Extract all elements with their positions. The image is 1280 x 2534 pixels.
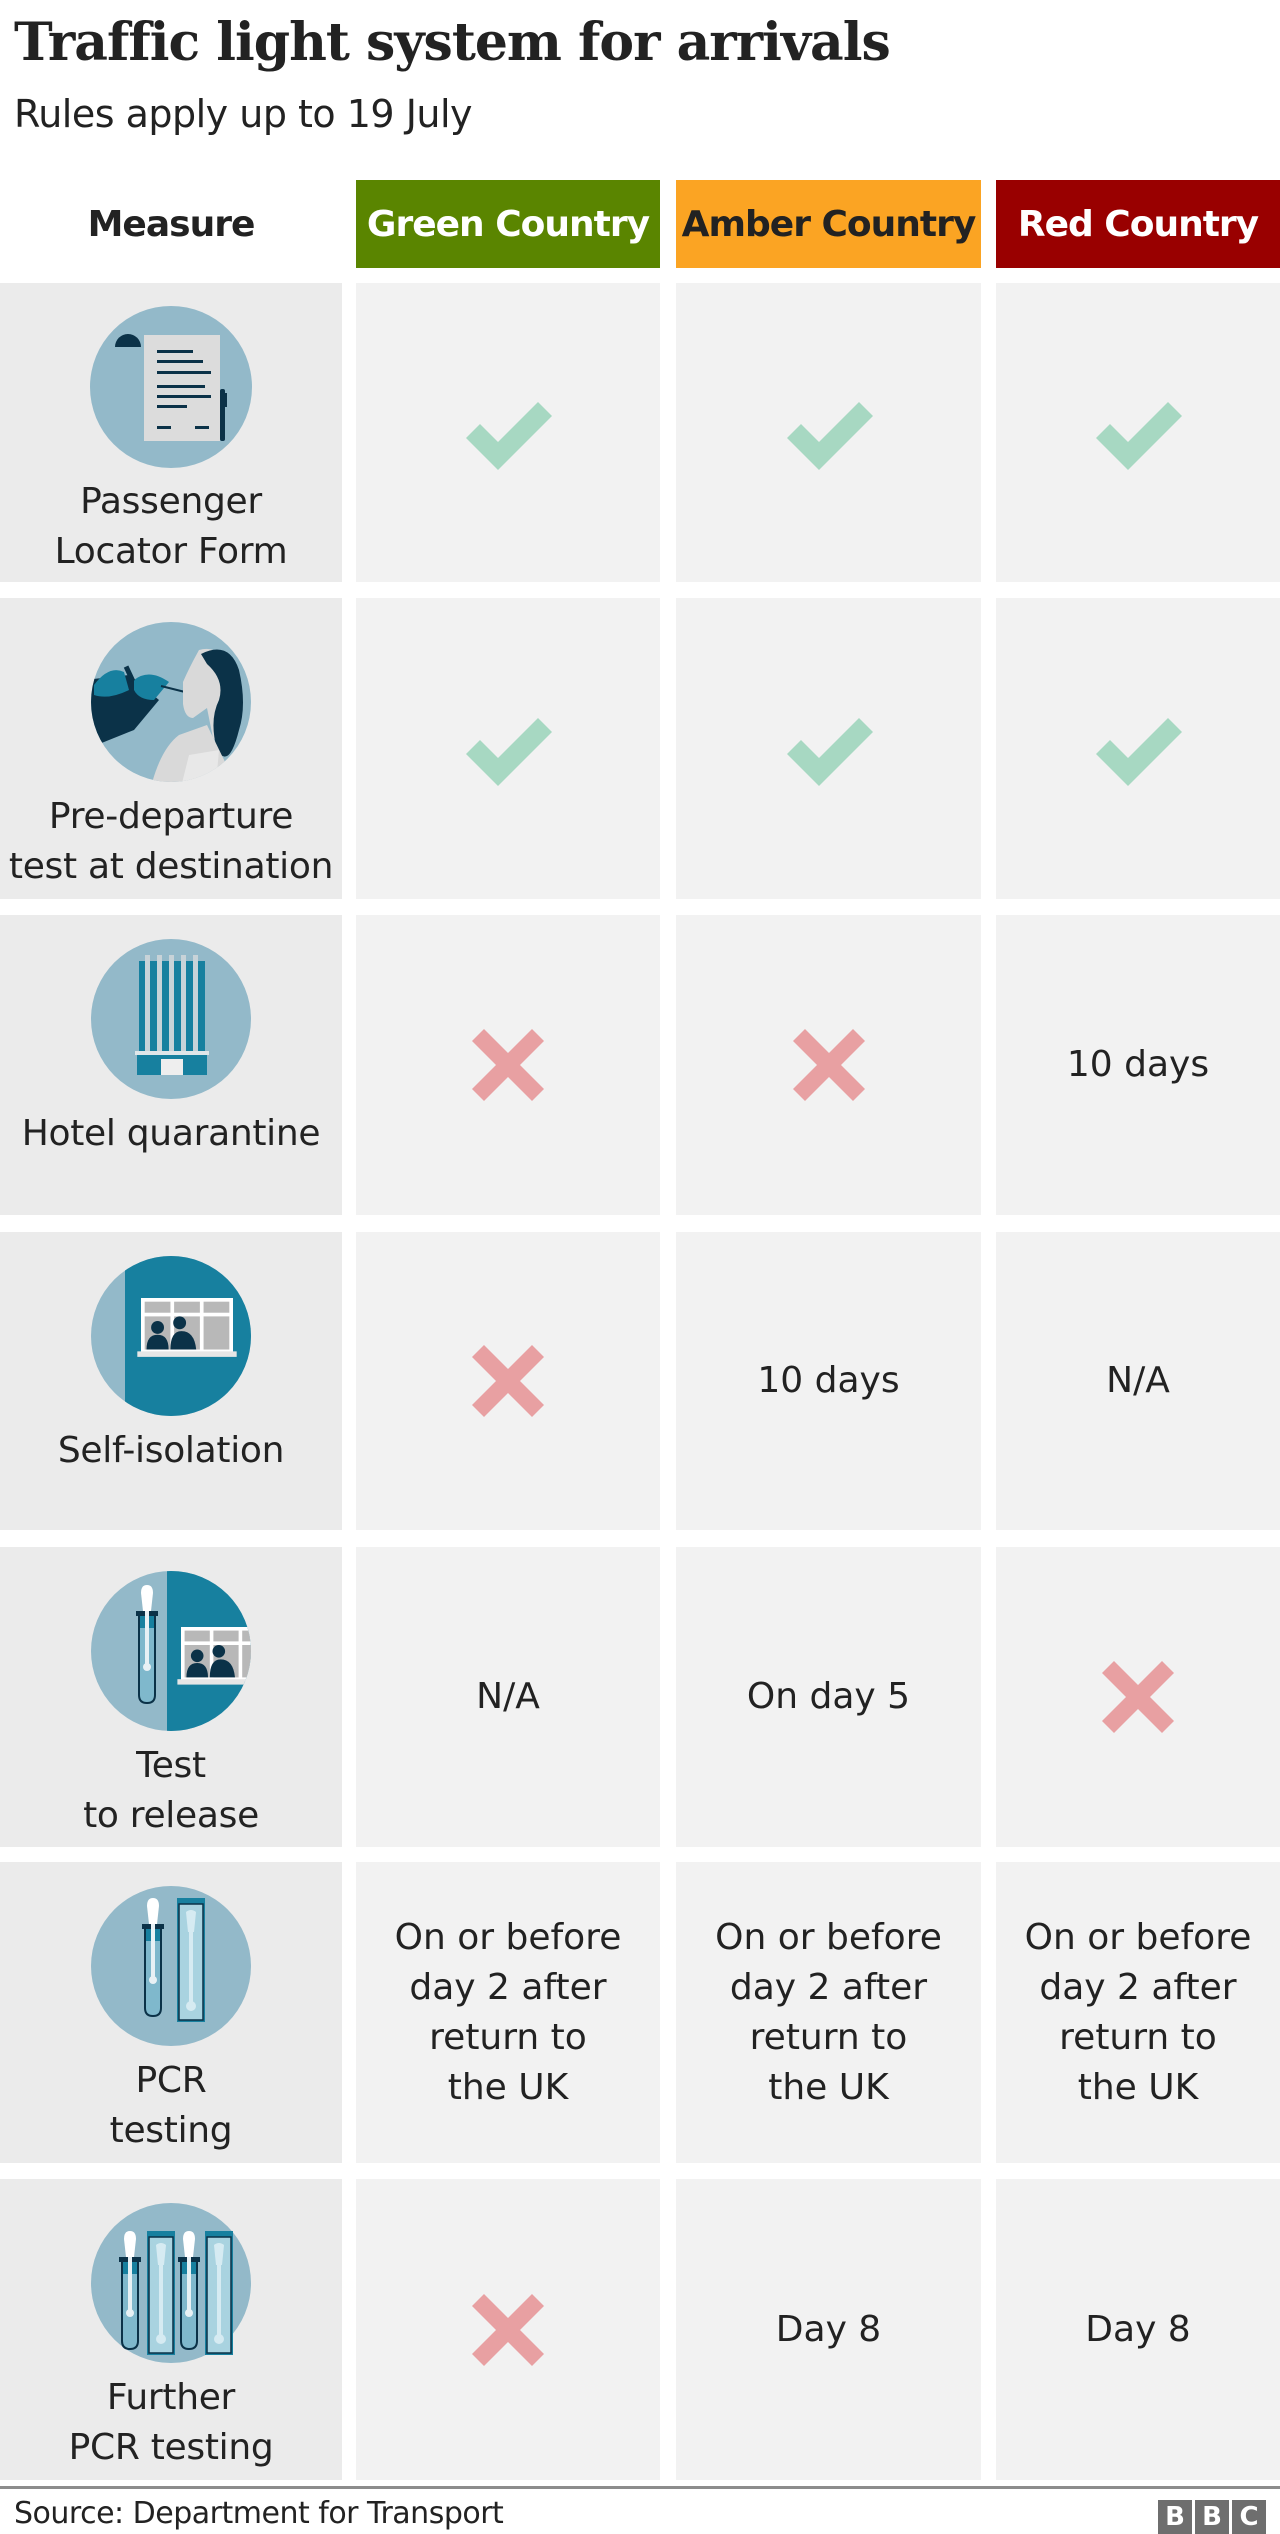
measure-label: Hotel quarantine: [21, 1113, 321, 1154]
double-pcr-kit-icon: [91, 2203, 251, 2363]
tick-icon: [786, 401, 873, 470]
chart-title: Traffic light system for arrivals: [14, 12, 891, 73]
cell-value: N/A: [1106, 1360, 1170, 1401]
measure-cell: Further PCR testing: [0, 2179, 342, 2480]
header-red-country: Red Country: [996, 180, 1280, 268]
tick-icon: [466, 717, 552, 786]
cell-value: On or before day 2 after return to the UK: [715, 1916, 942, 2108]
header-green-country: Green Country: [356, 180, 660, 268]
table-row: Test to release N/A On day 5: [0, 1547, 1280, 1847]
green-country-cell: On or before day 2 after return to the UK: [356, 1862, 660, 2163]
cross-icon: [1102, 1661, 1174, 1733]
cell-value: Day 8: [1085, 2308, 1191, 2350]
red-country-cell: Day 8: [996, 2179, 1280, 2480]
cell-value: On day 5: [746, 1676, 911, 1717]
table-row: PCR testing On or before day 2 after return …: [0, 1862, 1280, 2163]
measure-label: PCR testing: [109, 2060, 233, 2151]
cell-value: On or before day 2 after return to the UK: [394, 1916, 622, 2108]
amber-country-cell: Day 8: [676, 2179, 981, 2480]
logo-letter: B: [1158, 2500, 1192, 2534]
green-country-cell: [356, 2179, 660, 2480]
measure-cell: Test to release: [0, 1547, 342, 1847]
hotel-icon: [91, 939, 251, 1099]
tick-icon: [1096, 401, 1182, 470]
tick-icon: [786, 717, 873, 786]
bbc-logo: B B C: [1158, 2500, 1266, 2534]
header-measure: Measure: [87, 203, 256, 245]
table-row: Pre-departure test at destination: [0, 598, 1280, 899]
cross-icon: [472, 1029, 544, 1101]
window-people-icon: [91, 1256, 251, 1416]
document-icon: [90, 306, 252, 468]
measure-cell: Pre-departure test at destination: [0, 598, 342, 899]
cross-icon: [792, 1029, 865, 1101]
cross-icon: [472, 1345, 544, 1417]
chart-subtitle: Rules apply up to 19 July: [14, 92, 473, 136]
amber-country-cell: [676, 915, 981, 1215]
green-country-cell: [356, 1232, 660, 1530]
cell-value: 10 days: [757, 1360, 900, 1401]
measure-cell: Hotel quarantine: [0, 915, 342, 1215]
table-row: Self-isolation 10 days N/A: [0, 1232, 1280, 1530]
tick-icon: [466, 401, 552, 470]
cell-value: N/A: [476, 1676, 540, 1717]
red-country-cell: [996, 598, 1280, 899]
cross-icon: [472, 2293, 544, 2366]
measure-cell: PCR testing: [0, 1862, 342, 2163]
measure-label: Passenger Locator Form: [54, 481, 288, 572]
measure-label: Self-isolation: [57, 1430, 285, 1471]
measure-cell: Passenger Locator Form: [0, 283, 342, 582]
red-country-cell: [996, 283, 1280, 582]
amber-country-cell: 10 days: [676, 1232, 981, 1530]
test-tube-window-icon: [91, 1571, 251, 1731]
green-country-cell: [356, 915, 660, 1215]
source-note: Source: Department for Transport: [14, 2496, 504, 2531]
red-country-cell: 10 days: [996, 915, 1280, 1215]
measure-cell: Self-isolation: [0, 1232, 342, 1530]
tick-icon: [1096, 717, 1182, 786]
cell-value: 10 days: [1066, 1044, 1210, 1085]
red-country-cell: [996, 1547, 1280, 1847]
logo-letter: B: [1195, 2500, 1229, 2534]
measure-label: Pre-departure test at destination: [8, 796, 334, 887]
table-row: Further PCR testing Day 8 Day 8: [0, 2179, 1280, 2480]
measure-label: Further PCR testing: [68, 2377, 274, 2468]
table-row: Hotel quarantine 10 days: [0, 915, 1280, 1215]
red-country-cell: N/A: [996, 1232, 1280, 1530]
header-amber-country: Amber Country: [676, 180, 981, 268]
green-country-cell: [356, 598, 660, 899]
amber-country-cell: On or before day 2 after return to the UK: [676, 1862, 981, 2163]
green-country-cell: N/A: [356, 1547, 660, 1847]
red-country-cell: On or before day 2 after return to the UK: [996, 1862, 1280, 2163]
cell-value: Day 8: [775, 2308, 882, 2350]
swab-test-icon: [91, 622, 251, 782]
footer-divider: [0, 2486, 1280, 2489]
amber-country-cell: [676, 598, 981, 899]
measure-label: Test to release: [83, 1745, 259, 1836]
amber-country-cell: On day 5: [676, 1547, 981, 1847]
green-country-cell: [356, 283, 660, 582]
cell-value: On or before day 2 after return to the UK: [1024, 1916, 1252, 2108]
amber-country-cell: [676, 283, 981, 582]
logo-letter: C: [1232, 2500, 1266, 2534]
table-row: Passenger Locator Form: [0, 283, 1280, 582]
pcr-kit-icon: [91, 1886, 251, 2046]
